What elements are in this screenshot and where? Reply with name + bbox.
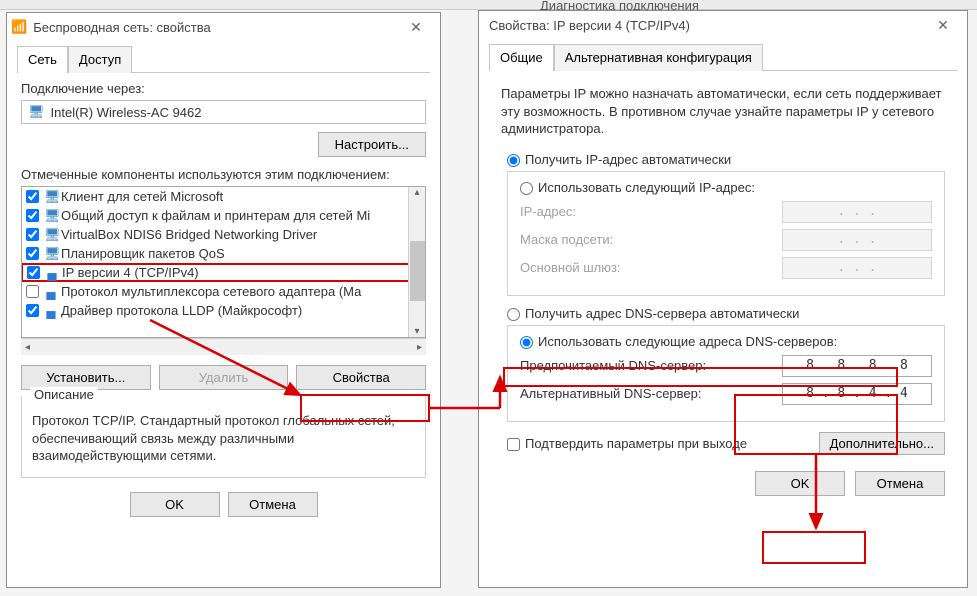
network-properties-window: 📶 Беспроводная сеть: свойства ✕ Сеть Дос… — [6, 12, 441, 588]
monitor-icon: 🖥 — [44, 246, 58, 262]
component-label: Протокол мультиплексора сетевого адаптер… — [61, 284, 361, 299]
ip-auto-radio[interactable]: Получить IP-адрес автоматически — [507, 152, 731, 167]
dns-manual-radio[interactable]: Использовать следующие адреса DNS-сервер… — [520, 334, 837, 349]
component-label: Драйвер протокола LLDP (Майкрософт) — [61, 303, 302, 318]
background-toolbar-hint: Диагностика подключения — [0, 0, 977, 10]
tabs-right: Общие Альтернативная конфигурация — [489, 43, 957, 71]
adapter-icon: 🖥 — [28, 104, 45, 120]
scroll-right-icon[interactable]: ▸ — [417, 342, 422, 353]
gateway-field: . . . — [782, 257, 932, 279]
tab-access[interactable]: Доступ — [68, 46, 132, 73]
mask-label: Маска подсети: — [520, 232, 613, 247]
tab-altconfig[interactable]: Альтернативная конфигурация — [554, 44, 763, 71]
scroll-thumb[interactable] — [410, 241, 425, 301]
scroll-up-icon[interactable]: ▴ — [414, 187, 419, 198]
dns-alt-label: Альтернативный DNS-сервер: — [520, 386, 702, 401]
component-row[interactable]: ▄Протокол мультиплексора сетевого адапте… — [22, 282, 425, 301]
network-icon: ▄ — [44, 284, 58, 299]
scroll-down-icon[interactable]: ▾ — [414, 326, 419, 337]
component-label: IP версии 4 (TCP/IPv4) — [62, 265, 199, 280]
ip-auto-input[interactable] — [507, 154, 520, 167]
titlebar-left: 📶 Беспроводная сеть: свойства ✕ — [7, 13, 440, 41]
monitor-icon: 🖥 — [44, 227, 58, 243]
gateway-label: Основной шлюз: — [520, 260, 621, 275]
component-checkbox[interactable] — [26, 285, 39, 298]
ipv4-properties-window: Свойства: IP версии 4 (TCP/IPv4) ✕ Общие… — [478, 10, 968, 588]
confirm-exit-checkbox[interactable]: Подтвердить параметры при выходе — [507, 436, 747, 451]
component-checkbox[interactable] — [26, 209, 39, 222]
dns-pref-label: Предпочитаемый DNS-сервер: — [520, 358, 706, 373]
component-label: Клиент для сетей Microsoft — [61, 189, 223, 204]
properties-button[interactable]: Свойства — [296, 365, 426, 390]
dns-auto-radio[interactable]: Получить адрес DNS-сервера автоматически — [507, 306, 799, 321]
component-checkbox[interactable] — [26, 247, 39, 260]
advanced-button[interactable]: Дополнительно... — [819, 432, 945, 455]
close-icon[interactable]: ✕ — [396, 19, 436, 36]
connect-via-label: Подключение через: — [21, 81, 426, 96]
ip-manual-input[interactable] — [520, 182, 533, 195]
ip-block: Получить IP-адрес автоматически Использо… — [501, 152, 945, 296]
network-icon: ▄ — [44, 303, 58, 318]
adapter-name: Intel(R) Wireless-AC 9462 — [51, 105, 202, 120]
scroll-left-icon[interactable]: ◂ — [25, 342, 30, 353]
monitor-icon: 🖥 — [44, 208, 58, 224]
vertical-scrollbar[interactable]: ▴ ▾ — [408, 187, 425, 337]
component-row[interactable]: ▄IP версии 4 (TCP/IPv4) — [21, 263, 426, 282]
description-group: Описание Протокол TCP/IP. Стандартный пр… — [21, 396, 426, 478]
description-text: Протокол TCP/IP. Стандартный протокол гл… — [32, 412, 415, 465]
wifi-icon: 📶 — [11, 19, 27, 35]
ip-address-field: . . . — [782, 201, 932, 223]
component-row[interactable]: ▄Драйвер протокола LLDP (Майкрософт) — [22, 301, 425, 320]
tab-general[interactable]: Общие — [489, 44, 554, 71]
tabs-left: Сеть Доступ — [17, 45, 430, 73]
component-row[interactable]: 🖥VirtualBox NDIS6 Bridged Networking Dri… — [22, 225, 425, 244]
monitor-icon: 🖥 — [44, 189, 58, 205]
dns-alt-field[interactable]: 8 . 8 . 4 . 4 — [782, 383, 932, 405]
configure-button[interactable]: Настроить... — [318, 132, 426, 157]
adapter-field[interactable]: 🖥 Intel(R) Wireless-AC 9462 — [21, 100, 426, 124]
component-checkbox[interactable] — [26, 304, 39, 317]
remove-button: Удалить — [159, 365, 289, 390]
component-label: Планировщик пакетов QoS — [61, 246, 225, 261]
cancel-button-left[interactable]: Отмена — [228, 492, 318, 517]
ok-button-left[interactable]: OK — [130, 492, 220, 517]
window-title-right: Свойства: IP версии 4 (TCP/IPv4) — [483, 18, 923, 33]
dns-auto-input[interactable] — [507, 308, 520, 321]
component-label: Общий доступ к файлам и принтерам для се… — [61, 208, 370, 223]
confirm-exit-input[interactable] — [507, 438, 520, 451]
components-list[interactable]: 🖥Клиент для сетей Microsoft🖥Общий доступ… — [21, 186, 426, 338]
dns-manual-input[interactable] — [520, 336, 533, 349]
close-icon[interactable]: ✕ — [923, 17, 963, 34]
ip-address-label: IP-адрес: — [520, 204, 576, 219]
horizontal-scrollbar[interactable]: ◂ ▸ — [21, 338, 426, 355]
component-row[interactable]: 🖥Клиент для сетей Microsoft — [22, 187, 425, 206]
component-checkbox[interactable] — [26, 190, 39, 203]
cancel-button-right[interactable]: Отмена — [855, 471, 945, 496]
components-label: Отмеченные компоненты используются этим … — [21, 167, 426, 182]
tab-network[interactable]: Сеть — [17, 46, 68, 73]
ip-manual-radio[interactable]: Использовать следующий IP-адрес: — [520, 180, 755, 195]
mask-field: . . . — [782, 229, 932, 251]
component-checkbox[interactable] — [26, 228, 39, 241]
component-checkbox[interactable] — [27, 266, 40, 279]
ok-button-right[interactable]: OK — [755, 471, 845, 496]
intro-text: Параметры IP можно назначать автоматичес… — [501, 85, 945, 138]
component-row[interactable]: 🖥Планировщик пакетов QoS — [22, 244, 425, 263]
dns-pref-field[interactable]: 8 . 8 . 8 . 8 — [782, 355, 932, 377]
component-row[interactable]: 🖥Общий доступ к файлам и принтерам для с… — [22, 206, 425, 225]
titlebar-right: Свойства: IP версии 4 (TCP/IPv4) ✕ — [479, 11, 967, 39]
network-icon: ▄ — [45, 265, 59, 280]
description-title: Описание — [30, 387, 98, 402]
dns-block: Получить адрес DNS-сервера автоматически… — [501, 306, 945, 422]
window-title: Беспроводная сеть: свойства — [33, 20, 396, 35]
component-label: VirtualBox NDIS6 Bridged Networking Driv… — [61, 227, 317, 242]
